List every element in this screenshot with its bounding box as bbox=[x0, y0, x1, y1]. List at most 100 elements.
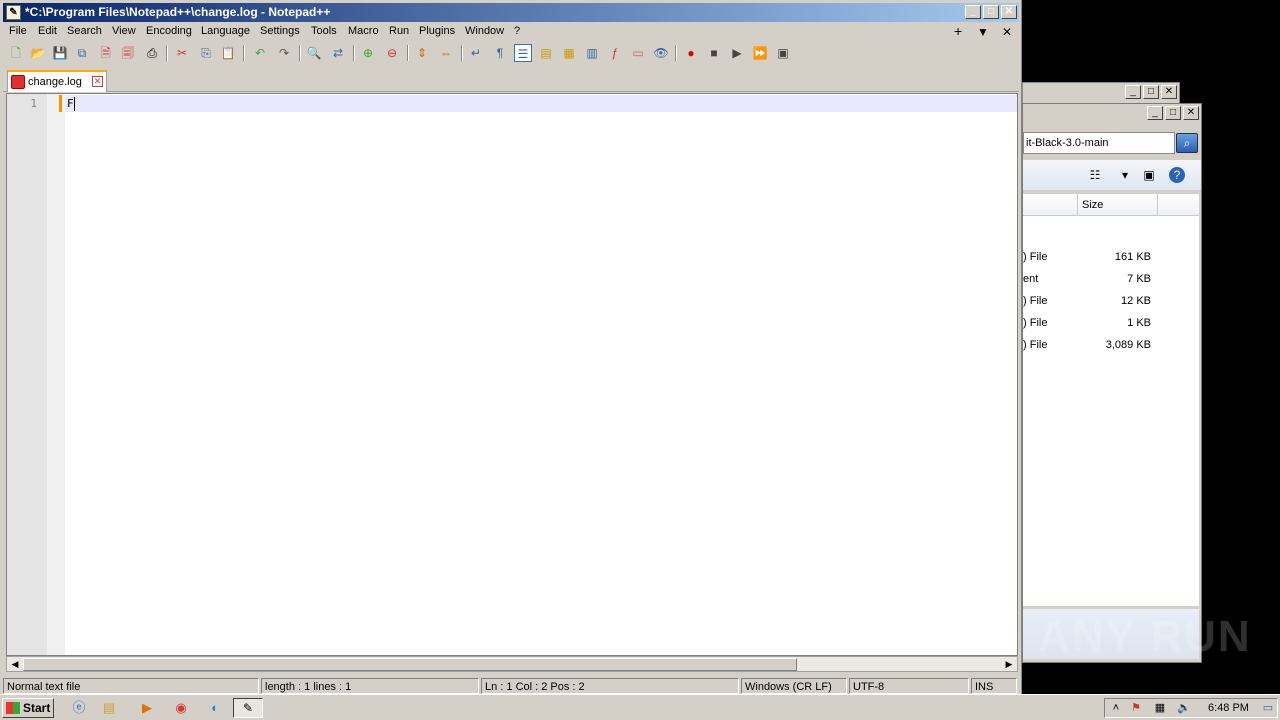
close-button[interactable]: ✕ bbox=[1183, 106, 1199, 120]
undo-icon[interactable]: ↶ bbox=[251, 44, 269, 62]
open-file-icon[interactable]: 📂 bbox=[29, 44, 47, 62]
list-item[interactable]: ) File 12 KB bbox=[1023, 290, 1199, 312]
clock[interactable]: 6:48 PM bbox=[1208, 702, 1249, 714]
editor-text[interactable]: F bbox=[67, 97, 74, 110]
stop-recording-icon[interactable]: ■ bbox=[705, 44, 723, 62]
list-item[interactable]: ent 7 KB bbox=[1023, 268, 1199, 290]
list-item[interactable]: ) File 161 KB bbox=[1023, 246, 1199, 268]
close-button[interactable]: ✕ bbox=[1001, 5, 1017, 19]
column-extra[interactable] bbox=[1157, 194, 1199, 216]
menu-bar: File Edit Search View Encoding Language … bbox=[3, 23, 1019, 41]
explorer-titlebar: _ □ ✕ bbox=[1023, 104, 1201, 126]
save-icon[interactable]: 💾 bbox=[51, 44, 69, 62]
word-wrap-icon[interactable]: ↵ bbox=[467, 44, 485, 62]
paste-icon[interactable]: 📋 bbox=[219, 44, 237, 62]
notepad-app-icon[interactable]: ✎ bbox=[6, 5, 21, 20]
search-icon[interactable]: ⌕ bbox=[1176, 133, 1198, 153]
record-macro-icon[interactable]: ● bbox=[682, 44, 700, 62]
status-eol[interactable]: Windows (CR LF) bbox=[741, 678, 847, 694]
minimize-button[interactable]: _ bbox=[1125, 85, 1141, 99]
window-title: *C:\Program Files\Notepad++\change.log -… bbox=[25, 5, 331, 19]
toolbar-separator bbox=[166, 45, 168, 61]
scroll-right-icon[interactable]: ▶ bbox=[1002, 658, 1016, 671]
sync-vertical-icon[interactable]: ⇕ bbox=[413, 44, 431, 62]
menu-edit[interactable]: Edit bbox=[38, 25, 57, 37]
edge-icon[interactable]: ◐ bbox=[206, 699, 224, 717]
monitoring-icon[interactable]: 👁 bbox=[652, 44, 670, 62]
maximize-button[interactable]: □ bbox=[1165, 106, 1181, 120]
close-icon[interactable]: ✕ bbox=[92, 76, 103, 87]
tab-list-dropdown[interactable]: ▼ bbox=[977, 25, 989, 39]
replace-icon[interactable]: ⇄ bbox=[329, 44, 347, 62]
status-encoding[interactable]: UTF-8 bbox=[849, 678, 969, 694]
help-icon[interactable]: ? bbox=[1169, 167, 1185, 183]
document-map-icon[interactable]: ▦ bbox=[560, 44, 578, 62]
action-center-icon[interactable]: ⚑ bbox=[1128, 700, 1144, 716]
save-macro-icon[interactable]: ▣ bbox=[774, 44, 792, 62]
media-player-icon[interactable]: ▶ bbox=[138, 699, 156, 717]
minimize-button[interactable]: _ bbox=[965, 5, 981, 19]
file-explorer-icon[interactable]: ▤ bbox=[100, 699, 118, 717]
minimize-button[interactable]: _ bbox=[1147, 106, 1163, 120]
close-button[interactable]: ✕ bbox=[1161, 85, 1177, 99]
menu-plugins[interactable]: Plugins bbox=[419, 25, 455, 37]
maximize-button[interactable]: □ bbox=[1143, 85, 1159, 99]
sync-horizontal-icon[interactable]: ⇔ bbox=[437, 44, 455, 62]
address-bar[interactable]: it-Black-3.0-main bbox=[1023, 132, 1175, 154]
chevron-up-icon[interactable]: ˄ bbox=[1108, 700, 1124, 716]
scrollbar-thumb[interactable] bbox=[23, 658, 797, 671]
volume-icon[interactable]: 🔈 bbox=[1176, 700, 1192, 716]
print-icon[interactable]: ⎙ bbox=[143, 44, 161, 62]
redo-icon[interactable]: ↷ bbox=[275, 44, 293, 62]
menu-run[interactable]: Run bbox=[389, 25, 409, 37]
show-desktop-icon[interactable]: ▭ bbox=[1260, 700, 1276, 716]
user-language-icon[interactable]: ▤ bbox=[537, 44, 555, 62]
new-tab-button[interactable]: + bbox=[954, 23, 962, 39]
maximize-button[interactable]: □ bbox=[983, 5, 999, 19]
notepad-taskbar-button[interactable]: ✎ bbox=[233, 698, 263, 718]
toolbar-separator bbox=[299, 45, 301, 61]
view-options-icon[interactable]: ☷ bbox=[1087, 167, 1103, 183]
menu-settings[interactable]: Settings bbox=[260, 25, 300, 37]
menu-tools[interactable]: Tools bbox=[311, 25, 337, 37]
column-size[interactable]: Size bbox=[1077, 194, 1157, 216]
start-button[interactable]: Start bbox=[2, 698, 54, 718]
show-all-characters-icon[interactable]: ¶ bbox=[491, 44, 509, 62]
editor-area[interactable]: 1 F bbox=[6, 93, 1018, 656]
list-item[interactable]: ) File 1 KB bbox=[1023, 312, 1199, 334]
status-length: length : 1 lines : 1 bbox=[261, 678, 479, 694]
document-list-icon[interactable]: ▥ bbox=[583, 44, 601, 62]
zoom-in-icon[interactable]: ⊕ bbox=[359, 44, 377, 62]
close-file-icon[interactable]: 🗎 bbox=[97, 44, 115, 62]
scroll-left-icon[interactable]: ◀ bbox=[8, 658, 22, 671]
cut-icon[interactable]: ✂ bbox=[173, 44, 191, 62]
menu-macro[interactable]: Macro bbox=[348, 25, 379, 37]
list-item[interactable]: ) File 3,089 KB bbox=[1023, 334, 1199, 356]
copy-icon[interactable]: ⎘ bbox=[197, 44, 215, 62]
zoom-out-icon[interactable]: ⊖ bbox=[383, 44, 401, 62]
menu-encoding[interactable]: Encoding bbox=[146, 25, 192, 37]
run-macro-multiple-icon[interactable]: ⏩ bbox=[751, 44, 769, 62]
function-list-icon[interactable]: ƒ bbox=[606, 44, 624, 62]
menu-search[interactable]: Search bbox=[67, 25, 102, 37]
save-all-icon[interactable]: ⧉ bbox=[73, 44, 91, 62]
close-all-icon[interactable]: 🗐 bbox=[119, 44, 137, 62]
menu-help[interactable]: ? bbox=[514, 25, 520, 37]
menu-file[interactable]: File bbox=[9, 25, 27, 37]
menu-language[interactable]: Language bbox=[201, 25, 250, 37]
new-file-icon[interactable]: 🗋 bbox=[7, 44, 25, 62]
playback-icon[interactable]: ▶ bbox=[728, 44, 746, 62]
chrome-icon[interactable]: ◉ bbox=[172, 699, 190, 717]
close-document-button[interactable]: ✕ bbox=[1002, 25, 1012, 39]
chevron-down-icon[interactable]: ▾ bbox=[1117, 167, 1133, 183]
find-icon[interactable]: 🔍 bbox=[305, 44, 323, 62]
horizontal-scrollbar[interactable]: ◀ ▶ bbox=[6, 656, 1018, 672]
tab-change-log[interactable]: change.log ✕ bbox=[7, 70, 107, 92]
menu-view[interactable]: View bbox=[112, 25, 136, 37]
preview-pane-icon[interactable]: ▣ bbox=[1141, 167, 1157, 183]
internet-explorer-icon[interactable]: ⓔ bbox=[70, 699, 88, 717]
indent-guide-icon[interactable]: ☰ bbox=[514, 44, 532, 62]
network-icon[interactable]: ▦ bbox=[1152, 700, 1168, 716]
menu-window[interactable]: Window bbox=[465, 25, 504, 37]
folder-workspace-icon[interactable]: ▭ bbox=[629, 44, 647, 62]
